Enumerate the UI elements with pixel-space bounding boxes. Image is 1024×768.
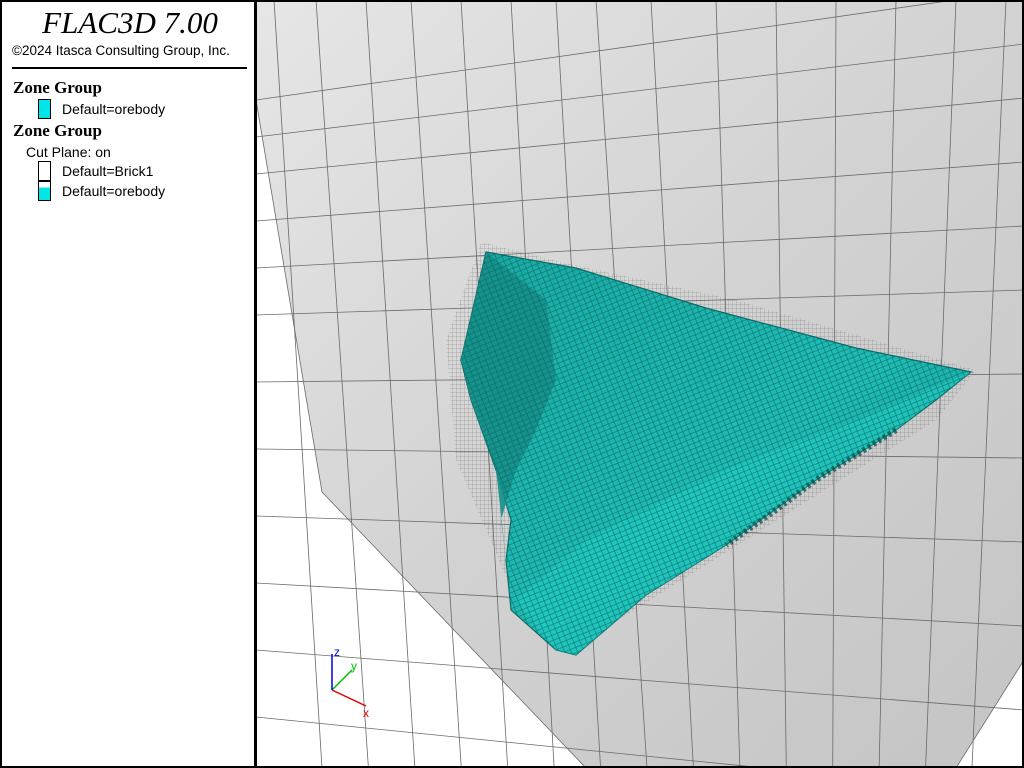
legend-entry-brick1: Default=Brick1 [62, 163, 154, 179]
model-viewport[interactable]: x y z [256, 0, 1024, 768]
legend-swatch-orebody-cut [38, 181, 51, 201]
copyright-text: ©2024 Itasca Consulting Group, Inc. [12, 43, 230, 58]
legend-heading-zone-group-cut: Zone Group [13, 121, 102, 140]
cut-plane-status: Cut Plane: on [26, 144, 111, 160]
axis-z-label: z [334, 645, 340, 659]
axis-y-label: y [351, 659, 357, 673]
app-title: FLAC3D 7.00 [42, 5, 218, 40]
legend-swatch-orebody [38, 99, 51, 119]
axis-x-label: x [363, 706, 369, 720]
legend-entry-orebody-cut: Default=orebody [62, 183, 166, 199]
legend-panel: FLAC3D 7.00 ©2024 Itasca Consulting Grou… [0, 0, 256, 768]
legend-swatch-brick1 [38, 161, 51, 181]
divider [12, 67, 247, 69]
legend-heading-zone-group: Zone Group [13, 78, 102, 97]
legend-entry-orebody: Default=orebody [62, 101, 166, 117]
